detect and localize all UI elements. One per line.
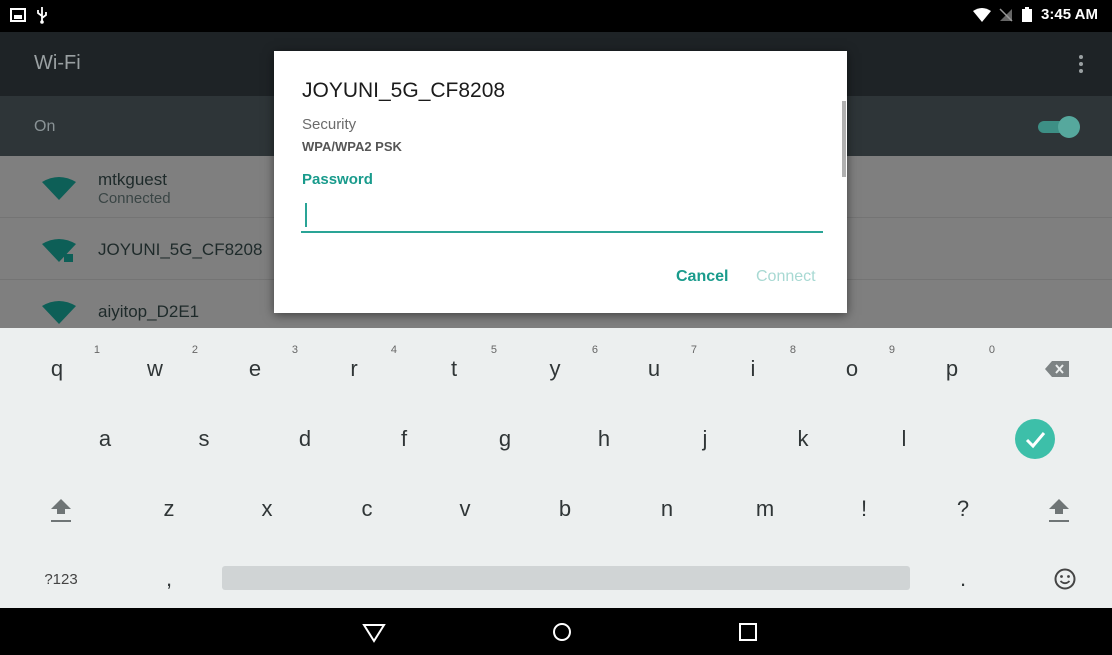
wifi-signal-icon (973, 7, 992, 22)
key-t[interactable]: t5 (405, 334, 503, 404)
key-r[interactable]: r4 (305, 334, 403, 404)
recents-icon[interactable] (736, 620, 760, 644)
key-w[interactable]: w2 (106, 334, 204, 404)
key-a[interactable]: a (56, 404, 154, 474)
network-name: mtkguest (98, 170, 167, 189)
key-d[interactable]: d (256, 404, 354, 474)
shift-icon (1049, 499, 1069, 522)
network-status: Connected (98, 190, 171, 207)
key-c[interactable]: c (318, 474, 416, 544)
shift-icon (51, 499, 71, 522)
key-x[interactable]: x (218, 474, 316, 544)
security-label: Security (302, 116, 357, 133)
navigation-bar (0, 608, 1112, 655)
key-j[interactable]: j (656, 404, 754, 474)
key-f[interactable]: f (355, 404, 453, 474)
enter-key[interactable] (986, 404, 1084, 474)
page-title: Wi-Fi (34, 52, 81, 74)
connect-button[interactable]: Connect (756, 268, 816, 286)
dialog-scrollbar[interactable] (842, 101, 846, 177)
backspace-key[interactable] (1008, 334, 1106, 404)
key-i[interactable]: i8 (704, 334, 802, 404)
overflow-menu-icon[interactable] (1078, 54, 1084, 74)
wifi-full-signal-icon (42, 177, 76, 200)
key-k[interactable]: k (754, 404, 852, 474)
wifi-signal-icon (42, 301, 76, 324)
wifi-locked-signal-icon (42, 239, 76, 262)
back-icon[interactable] (362, 620, 386, 644)
emoji-icon (1054, 568, 1076, 590)
key-p[interactable]: p0 (903, 334, 1001, 404)
status-bar: 3:45 AM (0, 0, 1112, 32)
key-v[interactable]: v (416, 474, 514, 544)
key-u[interactable]: u7 (605, 334, 703, 404)
usb-icon (37, 7, 47, 24)
space-key[interactable] (222, 566, 910, 590)
home-icon[interactable] (550, 620, 574, 644)
key-q[interactable]: q1 (8, 334, 106, 404)
key-e[interactable]: e3 (206, 334, 304, 404)
shift-key-right[interactable] (1010, 474, 1108, 544)
key-l[interactable]: l (855, 404, 953, 474)
cancel-button[interactable]: Cancel (676, 268, 728, 286)
battery-icon (1022, 6, 1033, 22)
network-name: JOYUNI_5G_CF8208 (98, 240, 263, 259)
password-label: Password (302, 171, 373, 188)
key-m[interactable]: m (716, 474, 814, 544)
wifi-toggle[interactable] (1038, 116, 1080, 138)
key-exclamation[interactable]: ! (815, 474, 913, 544)
key-n[interactable]: n (618, 474, 716, 544)
symbols-key[interactable]: ?123 (12, 544, 110, 614)
backspace-icon (1045, 361, 1069, 377)
key-y[interactable]: y6 (506, 334, 604, 404)
key-h[interactable]: h (555, 404, 653, 474)
key-z[interactable]: z (120, 474, 218, 544)
dialog-title: JOYUNI_5G_CF8208 (302, 79, 506, 102)
soft-keyboard: q1 w2 e3 r4 t5 y6 u7 i8 o9 p0 a s d f g … (0, 328, 1112, 608)
wifi-on-label: On (34, 118, 56, 135)
key-comma[interactable]: , (120, 544, 218, 614)
status-time: 3:45 AM (1041, 6, 1098, 23)
security-value: WPA/WPA2 PSK (302, 139, 402, 154)
key-g[interactable]: g (456, 404, 554, 474)
password-input[interactable] (301, 199, 823, 233)
key-b[interactable]: b (516, 474, 614, 544)
wifi-password-dialog: JOYUNI_5G_CF8208 Security WPA/WPA2 PSK P… (274, 51, 847, 313)
screenshot-icon (10, 8, 26, 22)
key-o[interactable]: o9 (803, 334, 901, 404)
key-period[interactable]: . (914, 544, 1012, 614)
network-name: aiyitop_D2E1 (98, 302, 200, 321)
key-question[interactable]: ? (914, 474, 1012, 544)
text-caret (305, 203, 307, 227)
checkmark-icon (1015, 419, 1055, 459)
key-s[interactable]: s (155, 404, 253, 474)
shift-key-left[interactable] (12, 474, 110, 544)
no-sim-icon (999, 7, 1013, 22)
emoji-key[interactable] (1016, 544, 1112, 614)
